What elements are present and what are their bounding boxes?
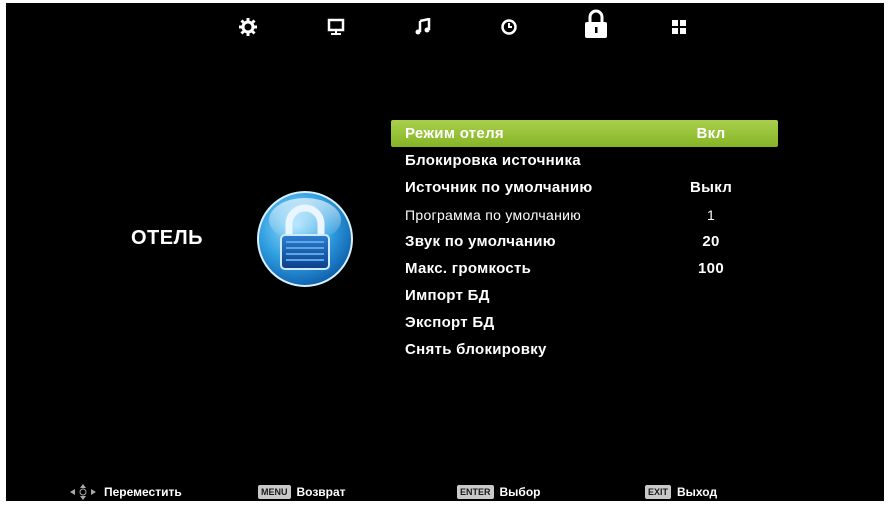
hint-move: Переместить [70, 483, 182, 501]
exit-key-icon: EXIT [645, 485, 672, 499]
tab-bar [6, 3, 884, 47]
menu-item-label: Импорт БД [405, 287, 490, 304]
menu-item-label: Звук по умолчанию [405, 233, 556, 250]
menu-item-unlock[interactable]: Снять блокировку [391, 336, 778, 363]
menu-item-label: Источник по умолчанию [405, 179, 593, 196]
menu-item-label: Снять блокировку [405, 341, 547, 358]
hint-select: ENTER Выбор [457, 483, 541, 501]
tab-sound[interactable] [411, 15, 435, 39]
clock-icon [501, 19, 517, 35]
menu-item-value: Выкл [689, 179, 733, 196]
menu-item-default-volume[interactable]: Звук по умолчанию 20 [391, 228, 778, 255]
menu-item-import-db[interactable]: Импорт БД [391, 282, 778, 309]
tv-screen: ОТЕЛЬ Режим отеля Вкл Блокировка источни… [6, 3, 884, 501]
section-title: ОТЕЛЬ [131, 227, 204, 249]
lock-icon [585, 9, 607, 38]
hotel-settings-menu: Режим отеля Вкл Блокировка источника Ист… [391, 120, 778, 363]
hint-select-label: Выбор [499, 485, 541, 499]
menu-item-max-volume[interactable]: Макс. громкость 100 [391, 255, 778, 282]
menu-item-export-db[interactable]: Экспорт БД [391, 309, 778, 336]
tab-time[interactable] [497, 15, 521, 39]
menu-item-default-source[interactable]: Источник по умолчанию Выкл [391, 174, 778, 201]
menu-item-label: Экспорт БД [405, 314, 495, 331]
menu-item-value: Вкл [696, 125, 726, 142]
hint-back: MENU Возврат [258, 483, 346, 501]
dpad-arrows-icon [70, 484, 96, 500]
music-note-icon [415, 18, 431, 35]
menu-item-label: Блокировка источника [405, 152, 581, 169]
menu-item-label: Макс. громкость [405, 260, 532, 277]
menu-item-label: Режим отеля [405, 125, 504, 142]
hint-bar: Переместить MENU Возврат ENTER Выбор EXI… [6, 483, 884, 501]
tab-screen[interactable] [324, 15, 348, 39]
menu-key-icon: MENU [258, 485, 291, 499]
grid-apps-icon [672, 20, 686, 34]
enter-key-icon: ENTER [457, 485, 494, 499]
menu-item-value: 100 [698, 260, 724, 277]
menu-item-source-lock[interactable]: Блокировка источника [391, 147, 778, 174]
menu-item-label: Программа по умолчанию [405, 206, 582, 223]
menu-item-value: 1 [706, 206, 716, 223]
hint-exit-label: Выход [677, 485, 718, 499]
menu-item-hotel-mode[interactable]: Режим отеля Вкл [391, 120, 778, 147]
tab-apps[interactable] [667, 15, 691, 39]
padlock-badge-icon [256, 190, 354, 288]
hint-back-label: Возврат [296, 485, 346, 499]
tab-lock[interactable] [582, 9, 610, 39]
hint-move-label: Переместить [104, 485, 182, 499]
monitor-icon [327, 18, 345, 35]
menu-item-value: 20 [702, 233, 720, 250]
tab-picture[interactable] [236, 15, 260, 39]
hint-exit: EXIT Выход [645, 483, 717, 501]
picture-gear-icon [239, 18, 257, 36]
menu-item-default-program[interactable]: Программа по умолчанию 1 [391, 201, 778, 228]
